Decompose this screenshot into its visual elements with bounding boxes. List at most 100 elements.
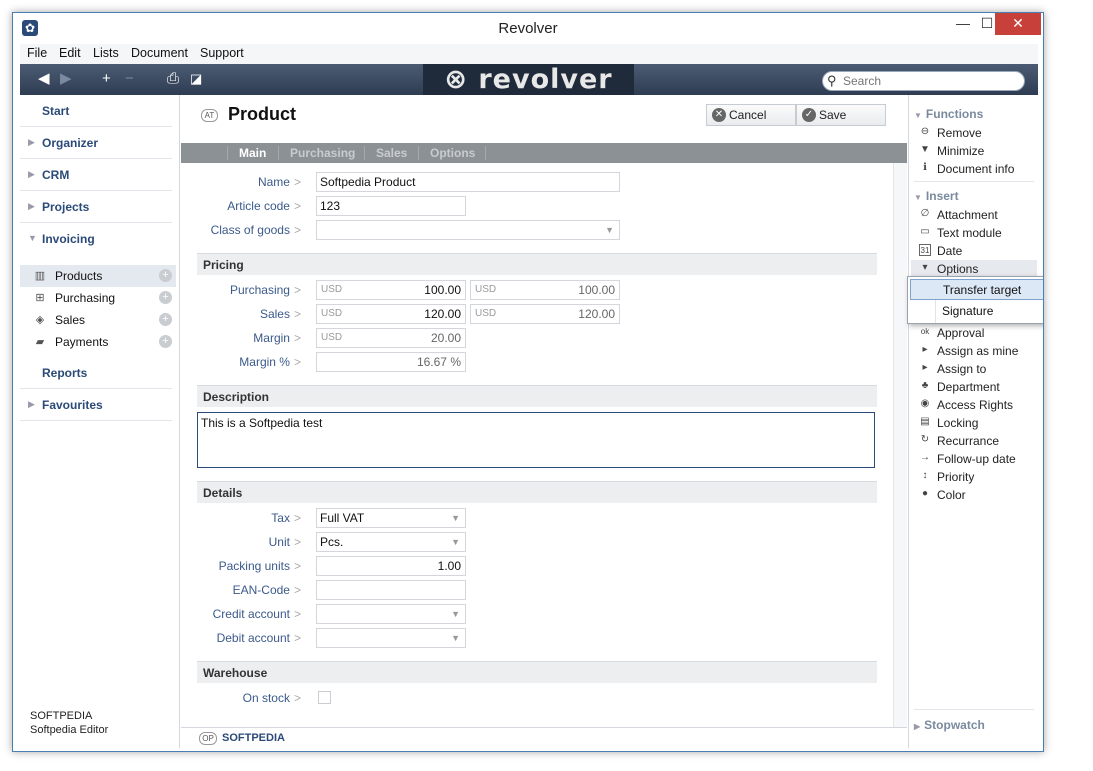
document-tabs: Main Purchasing Sales Options <box>181 143 907 163</box>
save-button[interactable]: ✓ Save <box>796 104 886 126</box>
minimize-function[interactable]: ▼ Minimize <box>919 142 1034 160</box>
unit-label: Unit > <box>268 535 301 549</box>
add-payment-icon[interactable]: + <box>159 335 172 348</box>
add-icon[interactable]: + <box>102 70 111 88</box>
assign-as-mine-function[interactable]: ▸ Assign as mine <box>919 342 1034 360</box>
nav-start[interactable]: Start <box>20 95 172 127</box>
add-purchasing-icon[interactable]: + <box>159 291 172 304</box>
department-icon: ♣ <box>921 380 929 391</box>
assign-to-function[interactable]: ▸ Assign to <box>919 360 1034 378</box>
print-icon[interactable]: ⎙ <box>167 70 179 88</box>
nav-label: Projects <box>42 200 90 214</box>
divider <box>914 181 1034 182</box>
tax-select[interactable]: Full VAT ▼ <box>316 508 466 528</box>
recurrance-function[interactable]: ↻ Recurrance <box>919 432 1034 450</box>
add-sales-icon[interactable]: + <box>159 313 172 326</box>
nav-organizer[interactable]: ▶ Organizer <box>20 127 172 159</box>
functions-header[interactable]: ▼ Functions <box>914 107 983 121</box>
save-label: Save <box>819 108 847 122</box>
insert-header[interactable]: ▼ Insert <box>914 189 959 203</box>
add-product-icon[interactable]: + <box>159 269 172 282</box>
currency-label: USD <box>321 332 343 343</box>
sales-price-value: 120.00 <box>424 307 461 321</box>
form-scrollbar[interactable] <box>893 163 907 727</box>
tab-divider <box>485 146 486 160</box>
class-of-goods-label: Class of goods > <box>210 223 301 237</box>
cancel-button[interactable]: ✕ Cancel <box>706 104 796 126</box>
user-info: SOFTPEDIA Softpedia Editor <box>30 709 108 737</box>
note-icon[interactable]: ◪ <box>190 70 202 88</box>
locking-function[interactable]: ▤ Locking <box>919 414 1034 432</box>
menu-support[interactable]: Support <box>200 46 244 60</box>
remove-function[interactable]: ⊖ Remove <box>919 124 1034 142</box>
nav-purchasing[interactable]: ⊞ Purchasing + <box>20 287 176 309</box>
text-module-icon: ▭ <box>920 226 930 237</box>
window-title: Revolver <box>498 20 558 37</box>
menu-edit[interactable]: Edit <box>59 46 81 60</box>
owner-label[interactable]: SOFTPEDIA <box>222 732 285 744</box>
expand-arrow-icon: ▶ <box>28 169 35 179</box>
name-field[interactable]: Softpedia Product <box>316 172 620 192</box>
app-window: ✿ Revolver — ☐ ✕ File Edit Lists Documen… <box>12 12 1044 752</box>
dropdown-arrow-icon: ▼ <box>451 537 460 547</box>
nav-reports[interactable]: Reports <box>20 357 172 389</box>
class-of-goods-select[interactable]: ▼ <box>316 220 620 240</box>
unit-select[interactable]: Pcs. ▼ <box>316 532 466 552</box>
sales-price-alt-value: 120.00 <box>578 307 615 321</box>
tax-label: Tax > <box>271 511 301 525</box>
tab-options[interactable]: Options <box>430 146 475 160</box>
close-button[interactable]: ✕ <box>995 13 1041 35</box>
menu-lists[interactable]: Lists <box>93 46 119 60</box>
recurrance-icon: ↻ <box>920 434 930 445</box>
department-function[interactable]: ♣ Department <box>919 378 1034 396</box>
eye-icon: ◉ <box>920 398 930 409</box>
ean-code-field[interactable] <box>316 580 466 600</box>
nav-label: Reports <box>42 366 88 380</box>
credit-account-select[interactable]: ▼ <box>316 604 466 624</box>
tax-value: Full VAT <box>320 511 365 525</box>
debit-account-select[interactable]: ▼ <box>316 628 466 648</box>
article-code-field[interactable]: 123 <box>316 196 466 216</box>
purchasing-price-field[interactable]: USD 100.00 <box>316 280 466 300</box>
nav-products[interactable]: ▥ Products + <box>20 265 176 287</box>
signature-menu-item[interactable]: Signature <box>910 301 1043 322</box>
remove-icon[interactable]: − <box>125 70 134 88</box>
nav-payments[interactable]: ▰ Payments + <box>20 331 176 353</box>
access-rights-function[interactable]: ◉ Access Rights <box>919 396 1034 414</box>
transfer-target-menu-item[interactable]: Transfer target <box>910 279 1043 300</box>
packing-units-field[interactable]: 1.00 <box>316 556 466 576</box>
attachment-function[interactable]: ∅ Attachment <box>919 206 1034 224</box>
nav-favourites[interactable]: ▶ Favourites <box>20 389 172 421</box>
ean-code-label: EAN-Code > <box>232 583 301 597</box>
nav-invoicing[interactable]: ▼ Invoicing <box>20 223 172 255</box>
priority-function[interactable]: ↕ Priority <box>919 468 1034 486</box>
search-input[interactable] <box>843 74 1019 88</box>
sales-price-field[interactable]: USD 120.00 <box>316 304 466 324</box>
margin-field: USD 20.00 <box>316 328 466 348</box>
stopwatch-header[interactable]: ▶ Stopwatch <box>914 718 985 732</box>
menu-file[interactable]: File <box>27 46 47 60</box>
document-info-function[interactable]: ℹ Document info <box>919 160 1034 178</box>
nav-projects[interactable]: ▶ Projects <box>20 191 172 223</box>
nav-crm[interactable]: ▶ CRM <box>20 159 172 191</box>
follow-up-date-function[interactable]: → Follow-up date <box>919 450 1034 468</box>
currency-label: USD <box>321 308 343 319</box>
tab-purchasing[interactable]: Purchasing <box>290 146 355 160</box>
tab-main[interactable]: Main <box>239 146 266 160</box>
tab-sales[interactable]: Sales <box>376 146 407 160</box>
color-function[interactable]: ● Color <box>919 486 1034 504</box>
priority-icon: ↕ <box>922 470 928 481</box>
description-textarea[interactable]: This is a Softpedia test <box>197 412 875 468</box>
sidebar: Start ▶ Organizer ▶ CRM ▶ Projects ▼ Inv… <box>20 95 180 748</box>
search-box: ⚲ <box>822 71 1025 91</box>
approval-function[interactable]: ok Approval <box>919 324 1034 342</box>
on-stock-checkbox[interactable] <box>318 691 331 704</box>
nav-sales[interactable]: ◈ Sales + <box>20 309 176 331</box>
date-function[interactable]: 31 Date <box>919 242 1034 260</box>
back-icon[interactable]: ◀ <box>38 70 50 88</box>
forward-icon[interactable]: ▶ <box>60 70 72 88</box>
text-module-function[interactable]: ▭ Text module <box>919 224 1034 242</box>
menu-bar: File Edit Lists Document Support <box>20 44 1038 64</box>
assign-to-icon: ▸ <box>922 362 928 373</box>
menu-document[interactable]: Document <box>131 46 188 60</box>
